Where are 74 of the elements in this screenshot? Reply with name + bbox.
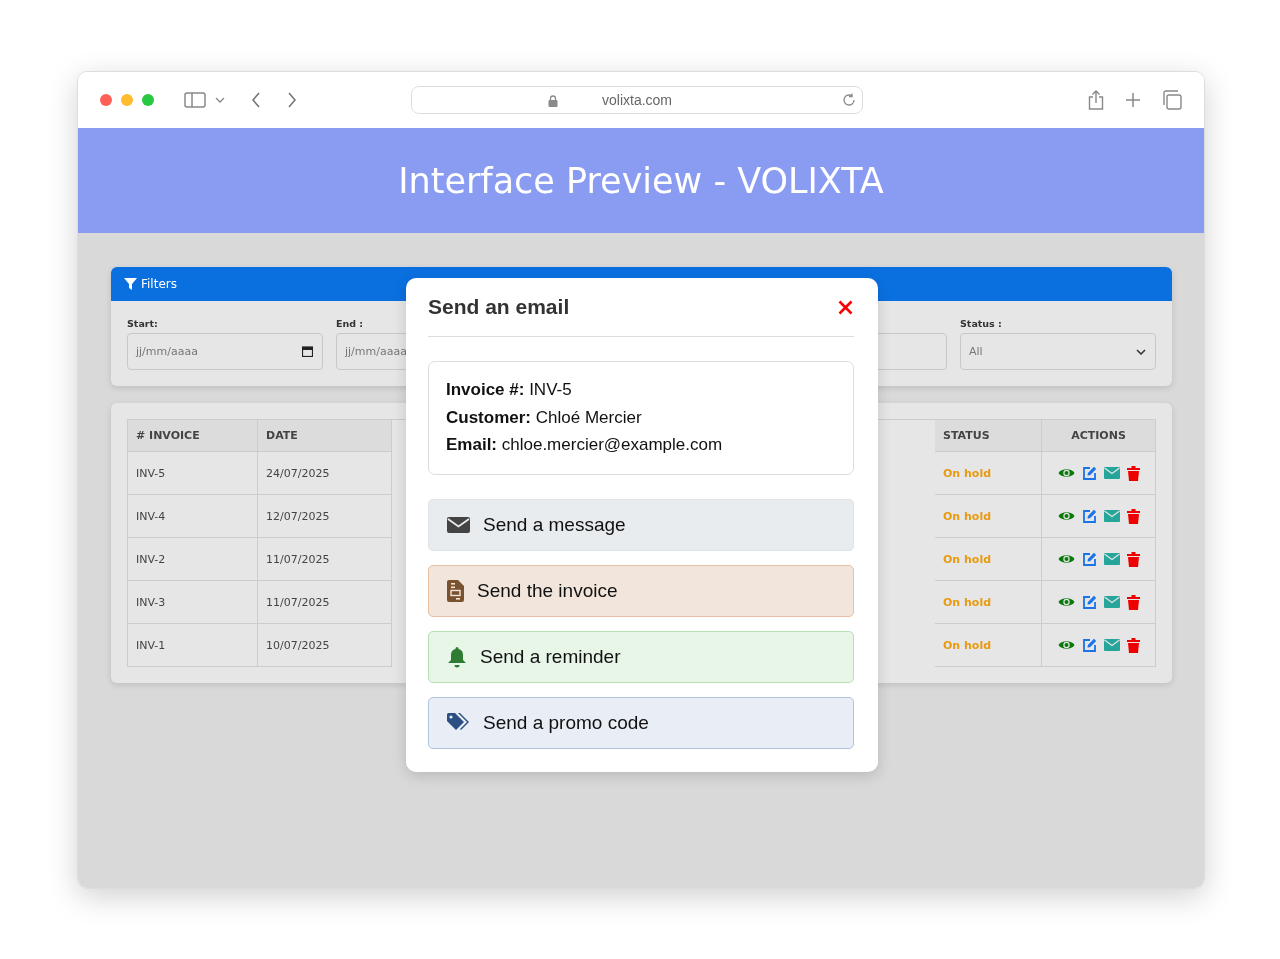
edit-icon[interactable] xyxy=(1081,551,1097,567)
mail-icon[interactable] xyxy=(1103,467,1120,479)
view-icon[interactable] xyxy=(1057,639,1075,651)
close-window-icon[interactable] xyxy=(100,94,112,106)
document-icon xyxy=(447,579,464,602)
filter-title: Filters xyxy=(141,277,177,291)
new-tab-icon[interactable] xyxy=(1125,92,1141,108)
trash-icon[interactable] xyxy=(1126,551,1140,567)
mail-icon[interactable] xyxy=(1103,596,1120,608)
chevron-down-icon xyxy=(1136,348,1146,355)
promo-button[interactable]: Send a promo code xyxy=(428,696,854,749)
tags-icon xyxy=(447,713,470,732)
table-header: STATUS xyxy=(935,420,1042,452)
table-cell: 10/07/2025 xyxy=(258,624,392,667)
status-select[interactable]: All xyxy=(960,333,1156,370)
invoice-button[interactable]: Send the invoice xyxy=(428,564,854,617)
detail-line: Invoice #: INV-5 xyxy=(446,379,573,401)
view-icon[interactable] xyxy=(1057,510,1075,522)
sidebar-icon[interactable] xyxy=(184,92,206,108)
maximize-window-icon[interactable] xyxy=(142,94,154,106)
table-cell: 24/07/2025 xyxy=(258,452,392,495)
status-text: On hold xyxy=(935,624,1042,667)
table-cell: INV-2 xyxy=(128,538,258,581)
trash-icon[interactable] xyxy=(1126,637,1140,653)
table-header: ACTIONS xyxy=(1042,420,1156,452)
edit-icon[interactable] xyxy=(1081,508,1097,524)
table-cell: 11/07/2025 xyxy=(258,538,392,581)
trash-icon[interactable] xyxy=(1126,508,1140,524)
table-cell: INV-5 xyxy=(128,452,258,495)
table-cell: INV-3 xyxy=(128,581,258,624)
chevron-down-icon[interactable] xyxy=(215,97,225,103)
edit-icon[interactable] xyxy=(1081,465,1097,481)
status-text: On hold xyxy=(935,581,1042,624)
reminder-button[interactable]: Send a reminder xyxy=(428,630,854,683)
table-cell: 11/07/2025 xyxy=(258,581,392,624)
status-text: On hold xyxy=(935,452,1042,495)
page-title: Interface Preview - VOLIXTA xyxy=(398,160,884,201)
back-icon[interactable] xyxy=(251,92,261,108)
detail-line: Customer: Chloé Mercier xyxy=(446,406,643,429)
close-icon[interactable] xyxy=(838,299,853,315)
filter-icon xyxy=(124,278,137,290)
table-header: # INVOICE xyxy=(128,420,258,452)
reload-icon[interactable] xyxy=(842,93,856,107)
trash-icon[interactable] xyxy=(1126,594,1140,610)
message-button[interactable]: Send a message xyxy=(428,498,854,551)
forward-icon[interactable] xyxy=(287,92,297,108)
view-icon[interactable] xyxy=(1057,553,1075,565)
trash-icon[interactable] xyxy=(1126,465,1140,481)
bell-icon xyxy=(447,645,467,668)
edit-icon[interactable] xyxy=(1081,637,1097,653)
mail-icon[interactable] xyxy=(1103,639,1120,651)
field-label: End : xyxy=(336,318,365,330)
view-icon[interactable] xyxy=(1057,467,1075,479)
dialog-title: Send an email xyxy=(428,295,570,319)
view-icon[interactable] xyxy=(1057,596,1075,608)
detail-line: Email: chloe.mercier@example.com xyxy=(446,434,724,456)
calendar-icon[interactable] xyxy=(302,346,313,357)
date-field[interactable]: jj/mm/aaaa xyxy=(127,333,323,370)
edit-icon[interactable] xyxy=(1081,594,1097,610)
envelope-icon xyxy=(447,516,470,533)
lock-icon xyxy=(548,95,558,107)
table-cell: INV-4 xyxy=(128,495,258,538)
address-bar[interactable]: volixta.com xyxy=(411,86,863,114)
status-text: On hold xyxy=(935,538,1042,581)
field-label: Start: xyxy=(127,318,159,330)
table-header: DATE xyxy=(258,420,392,452)
share-icon[interactable] xyxy=(1088,90,1104,110)
tabs-icon[interactable] xyxy=(1162,90,1182,110)
table-cell: INV-1 xyxy=(128,624,258,667)
field-label: Status : xyxy=(960,318,1003,330)
status-text: On hold xyxy=(935,495,1042,538)
table-cell: 12/07/2025 xyxy=(258,495,392,538)
mail-icon[interactable] xyxy=(1103,553,1120,565)
mail-icon[interactable] xyxy=(1103,510,1120,522)
